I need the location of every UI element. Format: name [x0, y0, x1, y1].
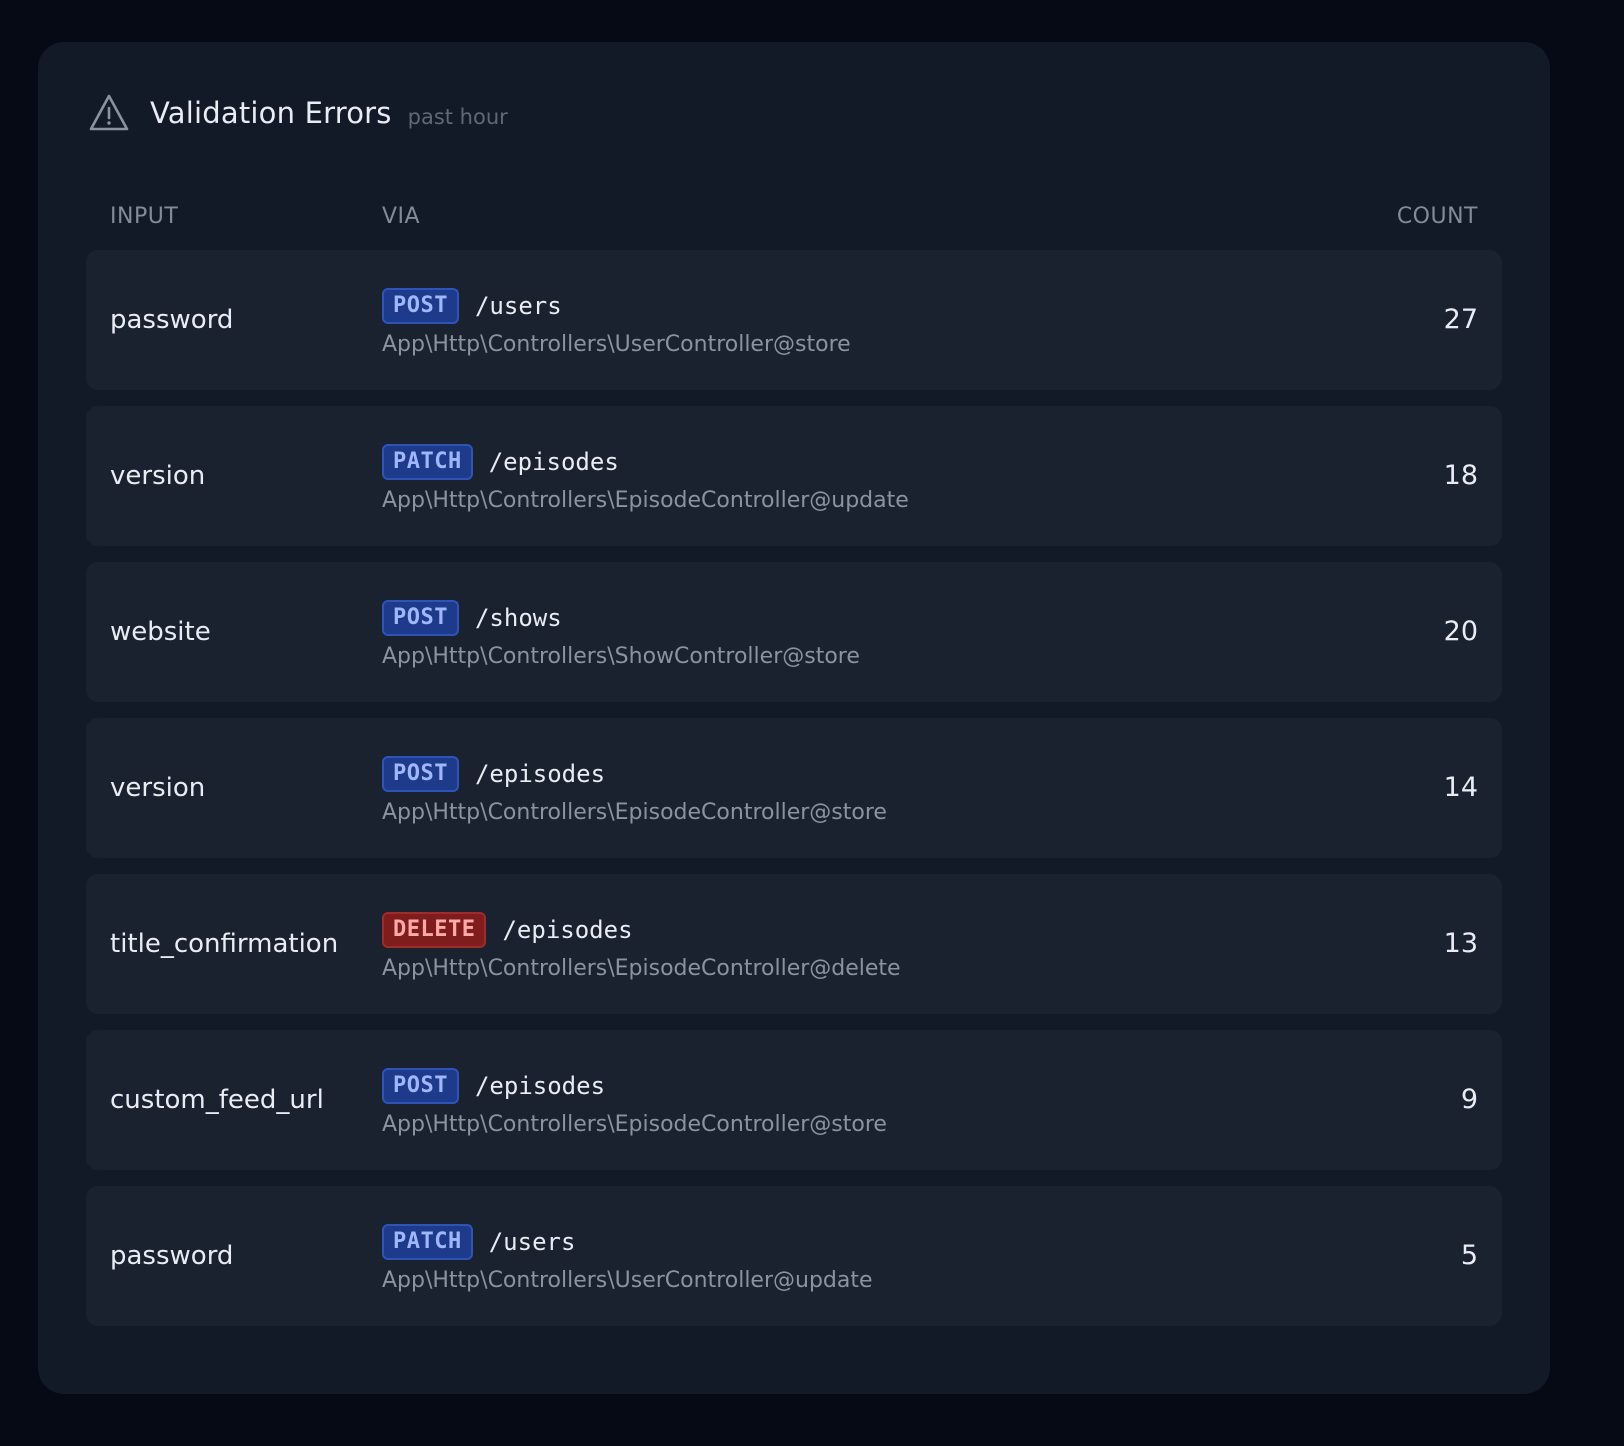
via-cell: POST /episodes App\Http\Controllers\Epis…: [382, 756, 887, 825]
controller-action: App\Http\Controllers\EpisodeController@s…: [382, 800, 887, 825]
method-badge: PATCH: [382, 1224, 473, 1260]
error-count: 18: [1443, 460, 1478, 491]
column-header-input: INPUT: [110, 204, 179, 229]
input-name: website: [110, 617, 211, 647]
controller-action: App\Http\Controllers\UserController@stor…: [382, 332, 851, 357]
method-badge: DELETE: [382, 912, 487, 948]
table-row[interactable]: title_confirmation DELETE /episodes App\…: [86, 874, 1502, 1014]
error-list: password POST /users App\Http\Controller…: [86, 250, 1502, 1342]
input-name: password: [110, 1241, 234, 1271]
controller-action: App\Http\Controllers\EpisodeController@d…: [382, 956, 901, 981]
input-name: custom_feed_url: [110, 1085, 324, 1115]
input-name: version: [110, 773, 206, 803]
input-name: version: [110, 461, 206, 491]
route-path: /users: [488, 1228, 576, 1256]
route-path: /episodes: [488, 448, 619, 476]
via-cell: PATCH /users App\Http\Controllers\UserCo…: [382, 1224, 873, 1293]
method-badge: POST: [382, 1068, 459, 1104]
table-row[interactable]: custom_feed_url POST /episodes App\Http\…: [86, 1030, 1502, 1170]
column-header-via: VIA: [382, 204, 421, 229]
route-path: /episodes: [474, 1072, 606, 1100]
column-header-count: COUNT: [1396, 204, 1478, 229]
input-name: password: [110, 305, 234, 335]
table-row[interactable]: password PATCH /users App\Http\Controlle…: [86, 1186, 1502, 1326]
via-cell: POST /shows App\Http\Controllers\ShowCon…: [382, 600, 860, 669]
validation-errors-card: Validation Errors past hour INPUT VIA CO…: [38, 42, 1550, 1394]
via-cell: POST /users App\Http\Controllers\UserCon…: [382, 288, 851, 357]
via-cell: PATCH /episodes App\Http\Controllers\Epi…: [382, 444, 909, 513]
warning-icon: [88, 93, 130, 133]
route-path: /episodes: [502, 916, 633, 944]
method-badge: PATCH: [382, 444, 473, 480]
controller-action: App\Http\Controllers\EpisodeController@u…: [382, 488, 909, 513]
error-count: 14: [1443, 772, 1478, 803]
method-badge: POST: [382, 288, 459, 324]
card-header: Validation Errors past hour: [88, 90, 508, 136]
table-row[interactable]: version POST /episodes App\Http\Controll…: [86, 718, 1502, 858]
method-badge: POST: [382, 756, 459, 792]
input-name: title_confirmation: [110, 929, 339, 959]
error-count: 27: [1443, 304, 1478, 335]
route-path: /episodes: [474, 760, 606, 788]
error-count: 13: [1443, 928, 1478, 959]
error-count: 9: [1460, 1084, 1478, 1115]
via-cell: POST /episodes App\Http\Controllers\Epis…: [382, 1068, 887, 1137]
via-cell: DELETE /episodes App\Http\Controllers\Ep…: [382, 912, 901, 981]
controller-action: App\Http\Controllers\UserController@upda…: [382, 1268, 873, 1293]
controller-action: App\Http\Controllers\EpisodeController@s…: [382, 1112, 887, 1137]
table-row[interactable]: password POST /users App\Http\Controller…: [86, 250, 1502, 390]
table-row[interactable]: version PATCH /episodes App\Http\Control…: [86, 406, 1502, 546]
method-badge: POST: [382, 600, 459, 636]
table-row[interactable]: website POST /shows App\Http\Controllers…: [86, 562, 1502, 702]
route-path: /shows: [474, 604, 562, 632]
error-count: 20: [1443, 616, 1478, 647]
error-count: 5: [1460, 1240, 1478, 1271]
controller-action: App\Http\Controllers\ShowController@stor…: [382, 644, 860, 669]
route-path: /users: [474, 292, 562, 320]
card-title: Validation Errors: [150, 96, 392, 130]
card-subtitle: past hour: [407, 105, 508, 129]
